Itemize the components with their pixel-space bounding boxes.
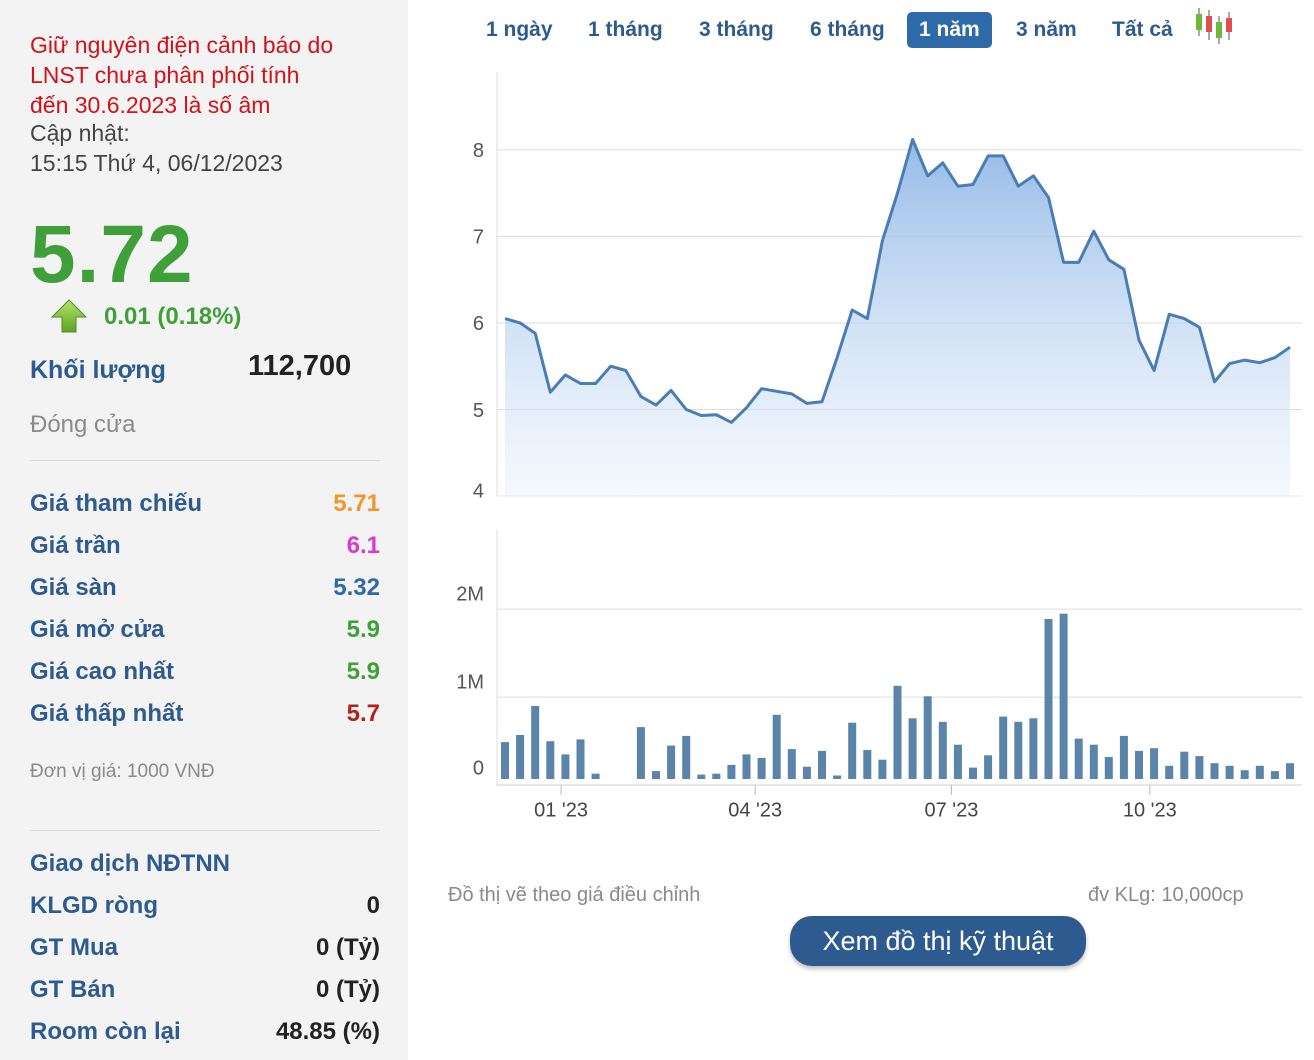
volume-bar: [969, 767, 977, 779]
room-remaining-label: Room còn lại: [30, 1018, 181, 1045]
volume-bar: [697, 774, 706, 779]
volume-bar: [742, 754, 751, 779]
stock-chart: 4 5 6 7 8 0 1M 2M 01 '23 04 '23 07 '23 10 '23: [456, 72, 1302, 821]
net-volume-value: 0: [366, 892, 380, 919]
room-remaining-value: 48.85 (%): [275, 1018, 380, 1045]
volume-bar: [802, 766, 811, 779]
price-tick-label: 8: [473, 140, 484, 162]
volume-bar: [1225, 765, 1234, 779]
volume-bar: [833, 775, 842, 779]
adjusted-price-note: Đồ thị vẽ theo giá điều chỉnh: [448, 884, 701, 906]
volume-bar: [1135, 750, 1143, 779]
volume-bar: [1180, 751, 1189, 779]
volume-bar: [1286, 763, 1294, 779]
price-tick-label: 4: [473, 480, 484, 502]
price-tick-label: 5: [473, 400, 484, 422]
sell-value-label: GT Bán: [30, 976, 116, 1003]
volume-bar: [848, 722, 857, 779]
volume-bar: [1014, 721, 1023, 779]
volume-bar: [923, 696, 932, 779]
x-tick-label: 07 '23: [924, 799, 978, 821]
volume-bar: [501, 742, 509, 779]
volume-bar: [953, 744, 962, 779]
volume-bar: [1195, 756, 1204, 779]
volume-bar: [863, 750, 872, 779]
volume-unit-note: đv KLg: 10,000cp: [1088, 884, 1244, 906]
volume-bar: [636, 727, 645, 779]
volume-bar: [1059, 613, 1068, 779]
volume-bar: [1119, 735, 1128, 779]
volume-bar: [938, 721, 947, 779]
volume-bar: [1150, 748, 1159, 779]
volume-tick-label: 1M: [456, 671, 484, 693]
volume-bar: [984, 755, 993, 779]
volume-bar: [561, 754, 570, 779]
volume-bar: [1044, 619, 1053, 779]
volume-bar: [682, 735, 691, 779]
volume-bar: [531, 706, 540, 779]
volume-bar: [1270, 771, 1279, 779]
x-tick-label: 10 '23: [1123, 799, 1177, 821]
volume-bar: [546, 741, 555, 779]
volume-bar: [727, 764, 736, 779]
volume-bar: [787, 749, 796, 779]
buy-value-value: 0 (Tỷ): [315, 934, 380, 961]
volume-bar: [591, 773, 600, 779]
volume-bar: [772, 714, 781, 779]
volume-bar: [1074, 738, 1083, 779]
volume-bar: [1089, 744, 1098, 779]
sell-value-value: 0 (Tỷ): [315, 976, 380, 1003]
volume-bar: [1255, 765, 1264, 779]
volume-bar: [712, 773, 721, 779]
price-tick-label: 7: [473, 227, 484, 249]
volume-tick-label: 0: [473, 757, 484, 779]
volume-bar: [576, 739, 585, 779]
volume-bar: [516, 735, 525, 779]
volume-bar: [893, 685, 902, 779]
x-tick-label: 01 '23: [534, 799, 588, 821]
technical-chart-button[interactable]: Xem đồ thị kỹ thuật: [790, 916, 1086, 966]
volume-bar: [818, 750, 826, 779]
volume-bar: [667, 745, 676, 779]
volume-bar: [908, 718, 917, 779]
volume-bar: [1029, 718, 1038, 779]
volume-bar: [1165, 765, 1174, 779]
volume-bar: [878, 759, 887, 779]
volume-tick-label: 2M: [456, 583, 484, 605]
volume-bar: [1240, 770, 1249, 779]
volume-bar: [652, 771, 660, 779]
volume-bar: [1104, 757, 1113, 779]
volume-bar: [757, 757, 766, 779]
x-tick-label: 04 '23: [728, 799, 782, 821]
volume-bar: [999, 716, 1008, 779]
buy-value-label: GT Mua: [30, 934, 118, 961]
volume-bar: [1210, 763, 1219, 779]
net-volume-label: KLGD ròng: [30, 892, 158, 919]
price-tick-label: 6: [473, 313, 484, 335]
